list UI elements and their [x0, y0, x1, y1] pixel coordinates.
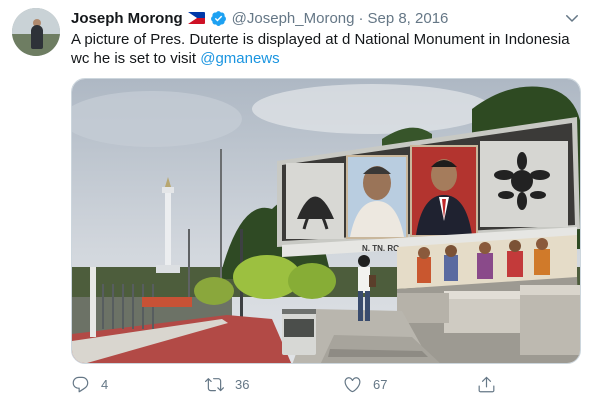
reply-count: 4: [101, 376, 109, 392]
retweet-count: 36: [235, 376, 250, 392]
tweet-text: A picture of Pres. Duterte is displayed …: [71, 30, 581, 68]
tweet-text-body: A picture of Pres. Duterte is displayed …: [71, 31, 570, 67]
mention-link[interactable]: @gmanews: [200, 50, 279, 67]
display-name[interactable]: Joseph Morong: [71, 10, 183, 27]
heart-icon: [344, 376, 361, 392]
verified-badge-icon: [210, 10, 226, 26]
tweet-date[interactable]: Sep 8, 2016: [367, 10, 448, 27]
tweet-header: Joseph Morong @Joseph_Morong · Sep 8, 20…: [71, 8, 448, 28]
tweet-card[interactable]: Joseph Morong @Joseph_Morong · Sep 8, 20…: [0, 0, 592, 403]
tweet-actions: 4 36 67: [71, 372, 581, 396]
like-button[interactable]: 67: [343, 372, 387, 396]
chevron-down-icon[interactable]: [563, 9, 581, 27]
separator-dot: ·: [358, 9, 364, 27]
reply-button[interactable]: 4: [71, 372, 108, 396]
sign-text: N. TN. RO: [362, 244, 399, 253]
retweet-button[interactable]: 36: [205, 372, 249, 396]
reply-icon: [72, 376, 89, 392]
photo-illustration: N. TN. RO: [72, 79, 580, 363]
share-button[interactable]: [477, 372, 496, 396]
retweet-icon: [205, 377, 224, 391]
avatar[interactable]: [12, 8, 60, 56]
tweet-photo[interactable]: N. TN. RO: [71, 78, 581, 364]
philippines-flag-icon: [187, 12, 205, 24]
user-handle[interactable]: @Joseph_Morong: [232, 10, 355, 27]
like-count: 67: [373, 376, 388, 392]
share-icon: [478, 376, 495, 392]
